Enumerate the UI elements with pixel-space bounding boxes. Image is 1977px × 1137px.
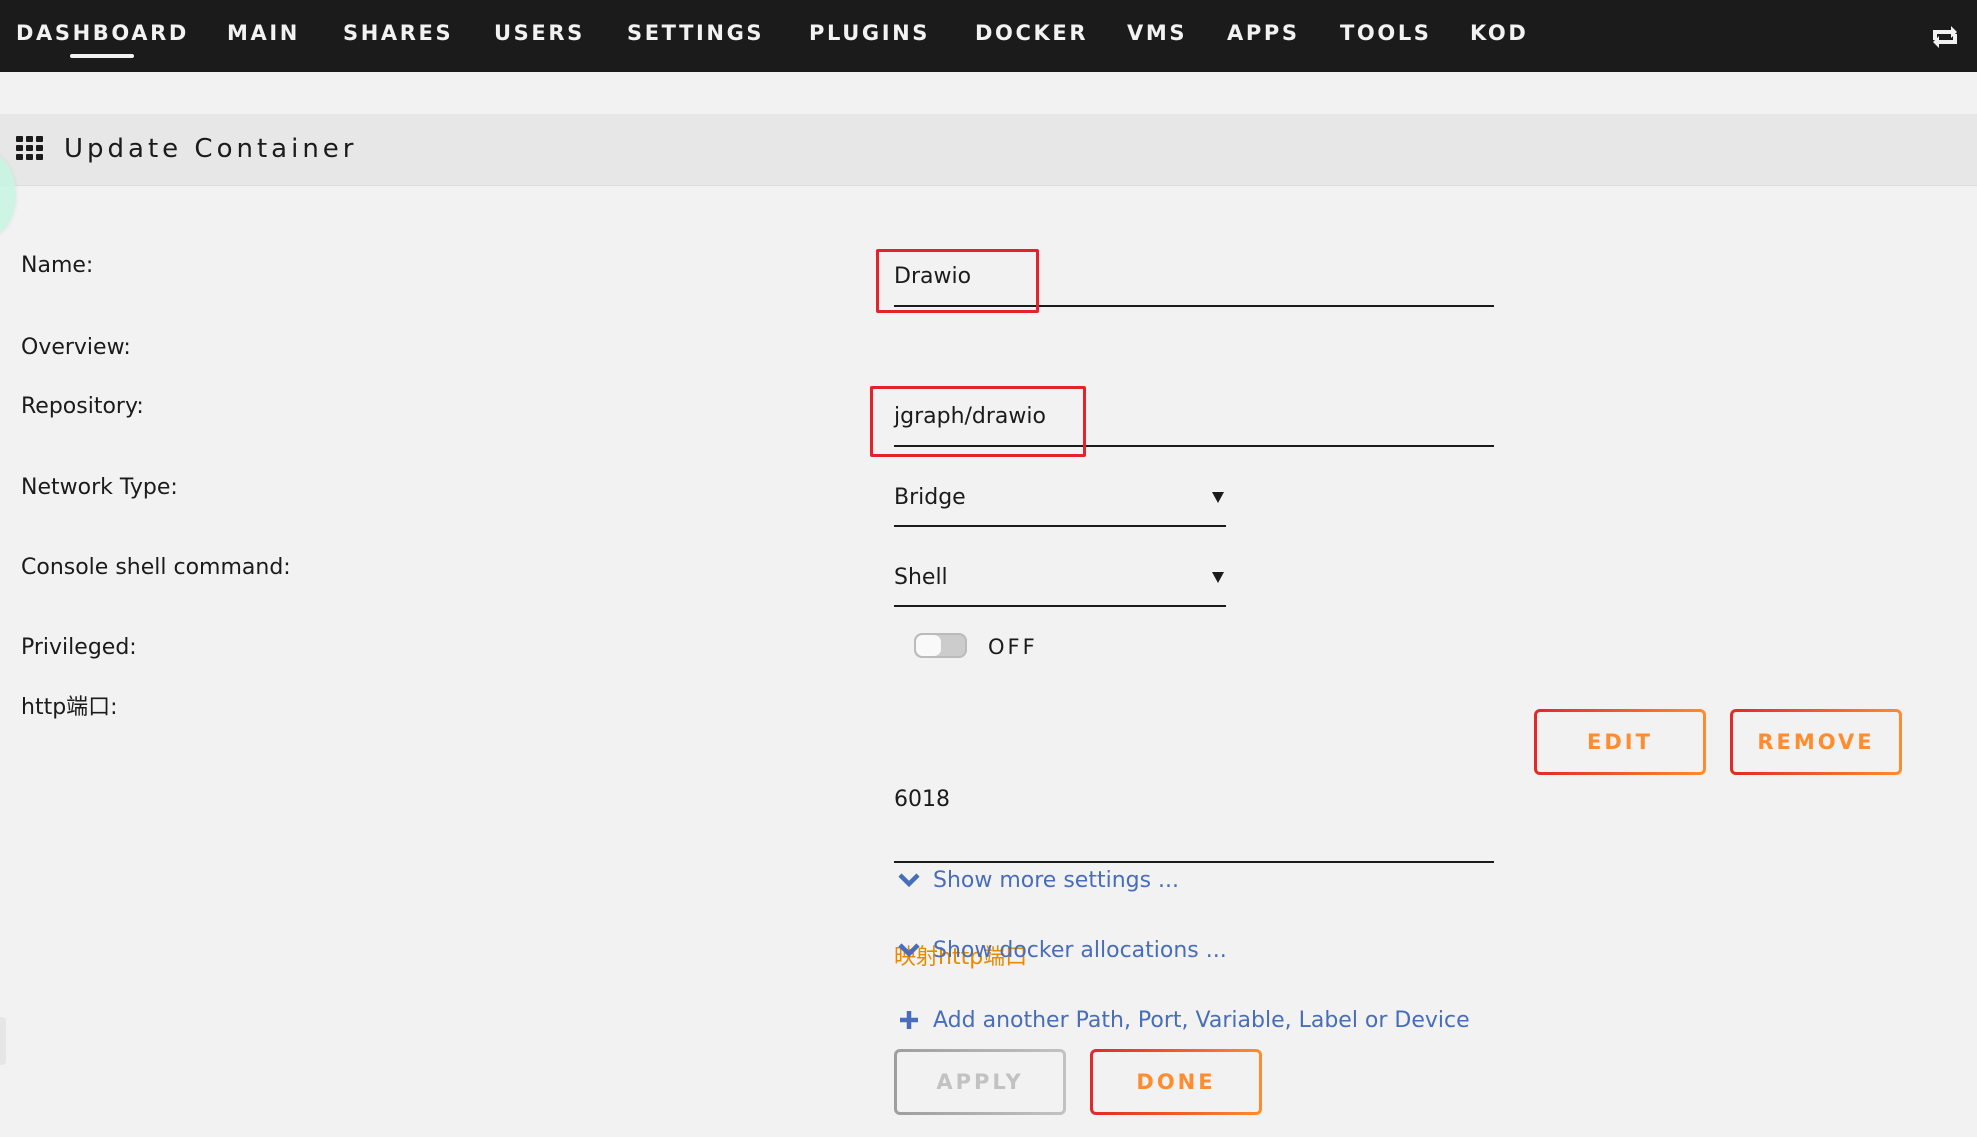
console-shell-underline — [894, 605, 1226, 607]
dropdown-arrow-icon[interactable] — [1212, 492, 1224, 503]
edit-button[interactable]: EDIT — [1534, 709, 1706, 775]
done-button[interactable]: DONE — [1090, 1049, 1262, 1115]
sync-icon[interactable] — [1930, 22, 1960, 52]
http-port-input[interactable]: 6018 — [894, 786, 950, 814]
nav-users[interactable]: USERS — [494, 18, 585, 48]
network-type-underline — [894, 525, 1226, 527]
show-more-settings-label: Show more settings ... — [933, 867, 1180, 893]
nav-docker[interactable]: DOCKER — [975, 18, 1088, 48]
nav-kod[interactable]: KOD — [1470, 18, 1528, 48]
nav-settings[interactable]: SETTINGS — [627, 18, 764, 48]
chevron-down-icon — [896, 867, 922, 893]
highlight-box-name — [876, 249, 1039, 313]
nav-active-indicator — [70, 54, 134, 58]
network-type-select[interactable]: Bridge — [894, 484, 966, 512]
console-shell-select[interactable]: Shell — [894, 564, 948, 592]
show-docker-allocations-link[interactable]: Show docker allocations ... — [896, 935, 1227, 965]
grid-icon — [16, 136, 44, 160]
overview-label: Overview: — [21, 335, 131, 360]
highlight-box-repository — [870, 386, 1086, 457]
page-title: Update Container — [64, 134, 358, 164]
nav-main[interactable]: MAIN — [227, 18, 300, 48]
nav-tools[interactable]: TOOLS — [1340, 18, 1432, 48]
remove-button[interactable]: REMOVE — [1730, 709, 1902, 775]
nav-apps[interactable]: APPS — [1227, 18, 1300, 48]
side-tab-handle[interactable] — [0, 1017, 6, 1065]
http-port-label: http端口: — [21, 695, 118, 720]
privileged-toggle[interactable] — [914, 633, 967, 658]
plus-icon — [896, 1007, 922, 1033]
apply-button[interactable]: APPLY — [894, 1049, 1066, 1115]
page-title-bar: Update Container — [0, 114, 1977, 186]
http-port-underline — [894, 861, 1494, 863]
dropdown-arrow-icon[interactable] — [1212, 572, 1224, 583]
privileged-state: OFF — [988, 635, 1038, 659]
toggle-knob — [916, 635, 941, 656]
repository-label: Repository: — [21, 394, 144, 419]
privileged-label: Privileged: — [21, 635, 137, 660]
name-label: Name: — [21, 253, 94, 278]
show-docker-allocations-label: Show docker allocations ... — [933, 937, 1227, 963]
network-type-label: Network Type: — [21, 475, 178, 500]
add-another-link[interactable]: Add another Path, Port, Variable, Label … — [896, 1005, 1470, 1035]
nav-shares[interactable]: SHARES — [343, 18, 453, 48]
nav-dashboard[interactable]: DASHBOARD — [16, 18, 189, 48]
add-another-label: Add another Path, Port, Variable, Label … — [933, 1007, 1470, 1033]
show-more-settings-link[interactable]: Show more settings ... — [896, 865, 1179, 895]
nav-vms[interactable]: VMS — [1127, 18, 1187, 48]
nav-plugins[interactable]: PLUGINS — [809, 18, 930, 48]
console-shell-label: Console shell command: — [21, 555, 291, 580]
top-navigation: DASHBOARD MAIN SHARES USERS SETTINGS PLU… — [0, 0, 1977, 72]
chevron-down-icon — [896, 937, 922, 963]
